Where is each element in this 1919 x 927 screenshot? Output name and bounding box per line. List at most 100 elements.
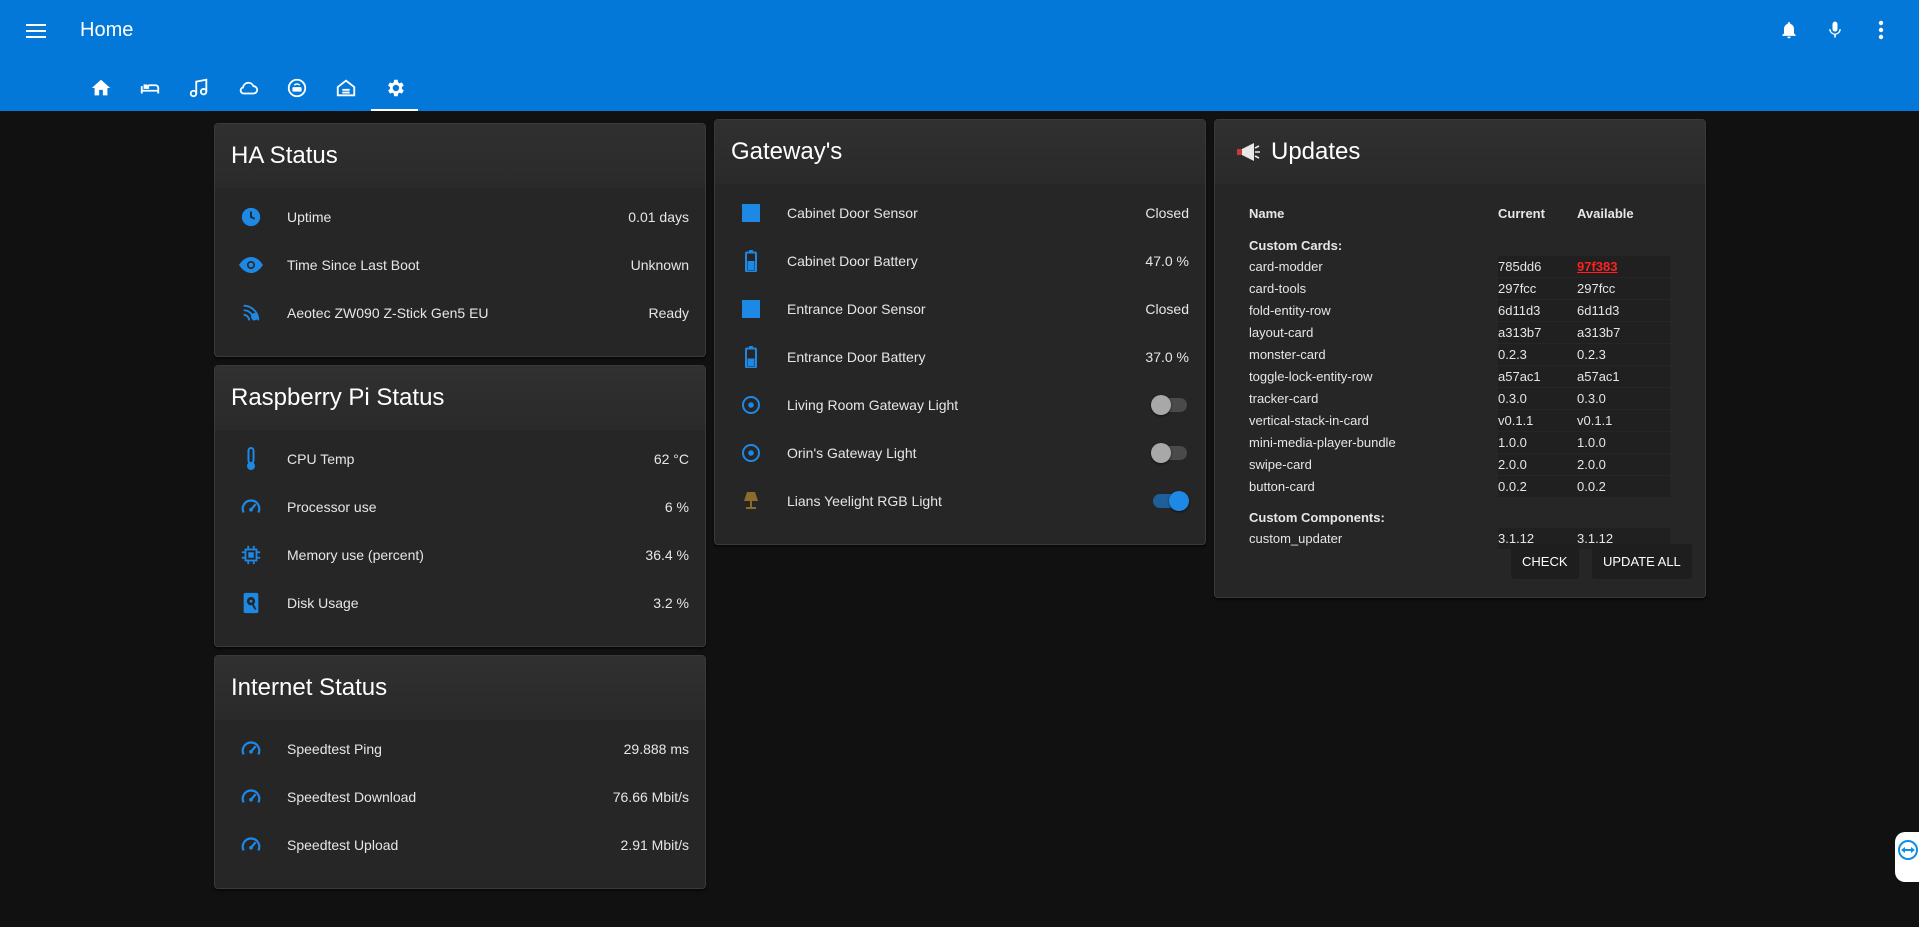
card-title: Updates — [1271, 138, 1361, 165]
update-all-button[interactable]: UPDATE ALL — [1592, 544, 1692, 579]
cloud-icon — [239, 81, 258, 95]
toolbar-actions — [1777, 18, 1893, 42]
music-icon — [189, 78, 207, 98]
entity-state: Unknown — [630, 257, 689, 273]
square-icon — [739, 201, 763, 225]
gateways-card: Gateway's Cabinet Door Sensor Closed Cab… — [714, 119, 1206, 545]
current-version: a57ac1 — [1498, 366, 1577, 388]
available-version: 6d11d3 — [1577, 300, 1670, 322]
thermometer-icon — [239, 447, 263, 471]
overflow-menu-icon[interactable] — [1869, 18, 1893, 42]
tab-weather[interactable] — [223, 70, 272, 111]
card-name: vertical-stack-in-card — [1249, 410, 1498, 432]
home-garage-icon — [336, 79, 355, 97]
card-name: card-tools — [1249, 278, 1498, 300]
current-version: 0.0.2 — [1498, 476, 1577, 498]
entity-row[interactable]: Speedtest Ping 29.888 ms — [215, 725, 705, 773]
entity-row[interactable]: Speedtest Download 76.66 Mbit/s — [215, 773, 705, 821]
entity-name: Uptime — [287, 209, 332, 225]
entity-row[interactable]: Living Room Gateway Light — [715, 381, 1205, 429]
entity-row[interactable]: Lians Yeelight RGB Light — [715, 477, 1205, 525]
entity-row[interactable]: Uptime 0.01 days — [215, 193, 705, 241]
entity-name: Aeotec ZW090 Z-Stick Gen5 EU — [287, 305, 489, 321]
card-name: tracker-card — [1249, 388, 1498, 410]
entity-name: Speedtest Upload — [287, 837, 399, 853]
tab-network[interactable] — [272, 70, 321, 111]
table-row: toggle-lock-entity-row a57ac1 a57ac1 — [1249, 366, 1670, 388]
home-icon — [91, 79, 110, 96]
available-version: 0.2.3 — [1577, 344, 1670, 366]
light-toggle[interactable] — [1151, 395, 1187, 415]
table-row: card-tools 297fcc 297fcc — [1249, 278, 1670, 300]
notifications-icon[interactable] — [1777, 18, 1801, 42]
column-header: Name — [1249, 205, 1285, 221]
card-title: Internet Status — [215, 656, 705, 720]
current-version: v0.1.1 — [1498, 410, 1577, 432]
entity-row[interactable]: Processor use 6 % — [215, 483, 705, 531]
entity-row[interactable]: Cabinet Door Battery 47.0 % — [715, 237, 1205, 285]
bed-icon — [140, 84, 159, 94]
square-icon — [739, 297, 763, 321]
entity-row[interactable]: Entrance Door Battery 37.0 % — [715, 333, 1205, 381]
entity-state: 36.4 % — [645, 547, 689, 563]
tab-bedroom[interactable] — [125, 70, 174, 111]
entity-name: Lians Yeelight RGB Light — [787, 493, 942, 509]
current-version: a313b7 — [1498, 322, 1577, 344]
entity-row[interactable]: Aeotec ZW090 Z-Stick Gen5 EU Ready — [215, 289, 705, 337]
clock-icon — [239, 205, 263, 229]
entity-row[interactable]: Entrance Door Sensor Closed — [715, 285, 1205, 333]
entity-name: Memory use (percent) — [287, 547, 424, 563]
speedometer-icon — [239, 495, 263, 519]
router-icon — [287, 78, 306, 98]
table-row: vertical-stack-in-card v0.1.1 v0.1.1 — [1249, 410, 1670, 432]
entity-row[interactable]: Disk Usage 3.2 % — [215, 579, 705, 627]
entity-state: 3.2 % — [653, 595, 689, 611]
current-version: 0.3.0 — [1498, 388, 1577, 410]
entity-row[interactable]: Cabinet Door Sensor Closed — [715, 189, 1205, 237]
entity-row[interactable]: CPU Temp 62 °C — [215, 435, 705, 483]
current-version: 0.2.3 — [1498, 344, 1577, 366]
raspberry-pi-status-card: Raspberry Pi Status CPU Temp 62 °C Proce… — [214, 365, 706, 647]
table-row: monster-card 0.2.3 0.2.3 — [1249, 344, 1670, 366]
entity-row[interactable]: Orin's Gateway Light — [715, 429, 1205, 477]
microphone-icon[interactable] — [1823, 18, 1847, 42]
table-row: mini-media-player-bundle 1.0.0 1.0.0 — [1249, 432, 1670, 454]
tab-music[interactable] — [174, 70, 223, 111]
current-version: 6d11d3 — [1498, 300, 1577, 322]
available-version: a313b7 — [1577, 322, 1670, 344]
entity-state: Ready — [648, 305, 689, 321]
available-version-link[interactable]: 97f383 — [1577, 259, 1617, 274]
battery-icon — [739, 249, 763, 273]
card-header: Updates — [1215, 120, 1705, 184]
updates-table: Name Current Available Custom Cards: car… — [1249, 203, 1670, 550]
teamviewer-tab[interactable] — [1895, 832, 1919, 882]
entity-row[interactable]: Memory use (percent) 36.4 % — [215, 531, 705, 579]
light-toggle[interactable] — [1151, 443, 1187, 463]
table-row: swipe-card 2.0.0 2.0.0 — [1249, 454, 1670, 476]
tab-home[interactable] — [76, 70, 125, 111]
lamp-icon — [739, 489, 763, 513]
entity-name: Orin's Gateway Light — [787, 445, 917, 461]
entity-name: CPU Temp — [287, 451, 355, 467]
tab-settings[interactable] — [370, 70, 419, 111]
card-name: button-card — [1249, 476, 1498, 498]
entity-state: Closed — [1145, 205, 1189, 221]
view-tabs — [76, 70, 419, 111]
available-version: 1.0.0 — [1577, 432, 1670, 454]
check-button[interactable]: CHECK — [1511, 544, 1579, 579]
section-heading: Custom Cards: — [1249, 238, 1343, 253]
entity-name: Time Since Last Boot — [287, 257, 420, 273]
entity-row[interactable]: Time Since Last Boot Unknown — [215, 241, 705, 289]
tab-house[interactable] — [321, 70, 370, 111]
teamviewer-icon — [1898, 840, 1918, 860]
menu-icon[interactable] — [24, 20, 48, 44]
current-version: 297fcc — [1498, 278, 1577, 300]
available-version: a57ac1 — [1577, 366, 1670, 388]
card-title: Raspberry Pi Status — [215, 366, 705, 430]
card-name: mini-media-player-bundle — [1249, 432, 1498, 454]
ha-status-card: HA Status Uptime 0.01 days Time Since La… — [214, 123, 706, 357]
entity-row[interactable]: Speedtest Upload 2.91 Mbit/s — [215, 821, 705, 869]
light-toggle[interactable] — [1153, 491, 1189, 511]
circle-dot-icon — [739, 441, 763, 465]
current-version: 785dd6 — [1498, 256, 1577, 278]
